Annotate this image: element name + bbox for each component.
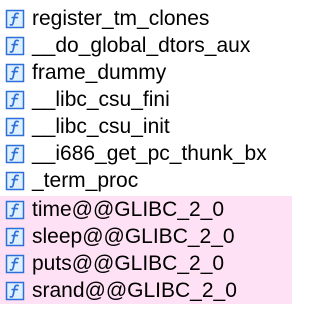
function-name: __libc_csu_init	[32, 115, 170, 138]
function-name: __i686_get_pc_thunk_bx	[32, 142, 267, 165]
function-icon	[4, 199, 26, 221]
function-row-puts-glibc[interactable]: puts@@GLIBC_2_0	[0, 250, 292, 277]
function-row-frame-dummy[interactable]: frame_dummy	[0, 59, 292, 86]
function-row-libc-csu-init[interactable]: __libc_csu_init	[0, 113, 292, 140]
function-name: register_tm_clones	[32, 7, 210, 30]
function-row-register-tm-clones[interactable]: register_tm_clones	[0, 5, 292, 32]
function-name: __do_global_dtors_aux	[32, 34, 251, 57]
function-row-do-global-dtors-aux[interactable]: __do_global_dtors_aux	[0, 32, 292, 59]
function-row-sleep-glibc[interactable]: sleep@@GLIBC_2_0	[0, 223, 292, 250]
function-icon	[4, 170, 26, 192]
function-name: _term_proc	[32, 169, 139, 192]
function-icon	[4, 280, 26, 302]
function-icon	[4, 143, 26, 165]
function-icon	[4, 62, 26, 84]
function-name: frame_dummy	[32, 61, 167, 84]
function-name: srand@@GLIBC_2_0	[32, 279, 237, 302]
function-row-srand-glibc[interactable]: srand@@GLIBC_2_0	[0, 277, 292, 304]
function-row-time-glibc[interactable]: time@@GLIBC_2_0	[0, 196, 292, 223]
function-icon	[4, 226, 26, 248]
function-row-term-proc[interactable]: _term_proc	[0, 167, 292, 194]
function-icon	[4, 116, 26, 138]
function-icon	[4, 253, 26, 275]
function-row-i686-get-pc-thunk-bx[interactable]: __i686_get_pc_thunk_bx	[0, 140, 292, 167]
function-list: register_tm_clones __do_global_dtors_aux…	[0, 0, 292, 309]
function-name: __libc_csu_fini	[32, 88, 170, 111]
function-name: puts@@GLIBC_2_0	[32, 252, 225, 275]
function-name: time@@GLIBC_2_0	[32, 198, 225, 221]
function-icon	[4, 35, 26, 57]
function-icon	[4, 89, 26, 111]
function-name: sleep@@GLIBC_2_0	[32, 225, 235, 248]
function-row-libc-csu-fini[interactable]: __libc_csu_fini	[0, 86, 292, 113]
function-icon	[4, 8, 26, 30]
